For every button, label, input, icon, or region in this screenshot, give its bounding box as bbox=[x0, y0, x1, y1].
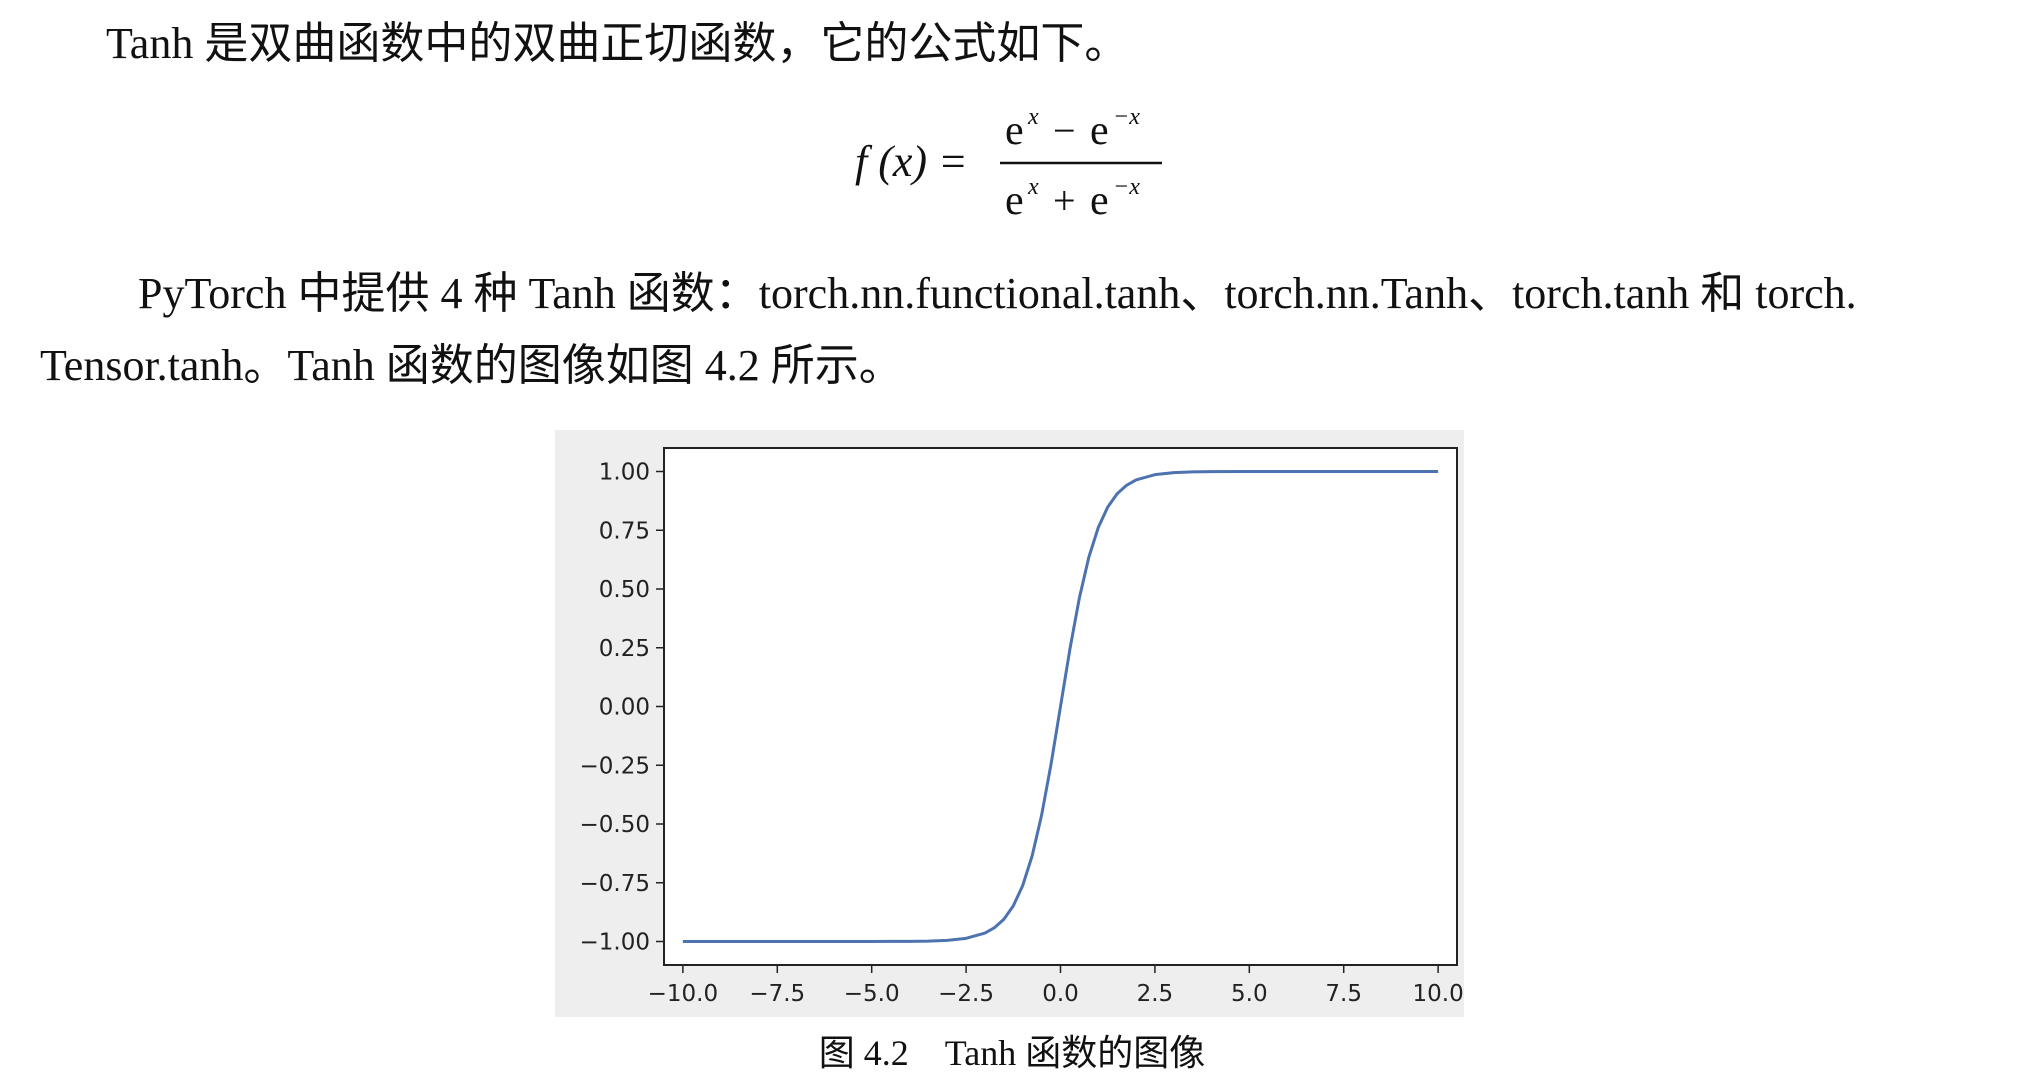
y-tick-label: 0.50 bbox=[599, 577, 650, 603]
y-tick-label: −0.50 bbox=[580, 812, 650, 838]
tanh-chart: 1.00 0.75 0.50 0.25 0.00 −0.25 −0.50 −0.75 −1.00… bbox=[580, 447, 1464, 1007]
figure-caption: 图 4.2 Tanh 函数的图像 bbox=[818, 1033, 1206, 1073]
formula-denominator-e2: e bbox=[1090, 178, 1109, 224]
formula-denominator-operator: + bbox=[1053, 178, 1076, 223]
x-tick-label: 7.5 bbox=[1325, 981, 1362, 1007]
y-tick-label: 0.00 bbox=[599, 695, 650, 721]
x-tick-label: 0.0 bbox=[1042, 981, 1079, 1007]
formula-denominator-exp2: −x bbox=[1113, 174, 1140, 200]
y-tick-label: −0.75 bbox=[580, 871, 650, 897]
y-tick-label: 0.25 bbox=[599, 636, 650, 662]
formula-lhs: f (x) = bbox=[855, 137, 968, 186]
x-tick-label: −2.5 bbox=[938, 981, 994, 1007]
x-tick-label: 5.0 bbox=[1231, 981, 1268, 1007]
x-tick-label: −10.0 bbox=[648, 981, 718, 1007]
y-tick-label: 1.00 bbox=[599, 460, 650, 486]
functions-paragraph-line1: PyTorch 中提供 4 种 Tanh 函数：torch.nn.functio… bbox=[138, 269, 1857, 318]
formula-numerator-exp2: −x bbox=[1113, 104, 1140, 130]
formula-numerator-e1: e bbox=[1005, 108, 1024, 154]
formula-numerator-operator: − bbox=[1053, 108, 1076, 153]
formula-denominator-exp1: x bbox=[1027, 174, 1039, 200]
functions-paragraph-line2: Tensor.tanh。Tanh 函数的图像如图 4.2 所示。 bbox=[40, 341, 903, 390]
y-tick-label: −0.25 bbox=[580, 753, 650, 779]
x-tick-label: −5.0 bbox=[844, 981, 900, 1007]
y-tick-label: −1.00 bbox=[580, 930, 650, 956]
formula-numerator-exp1: x bbox=[1027, 104, 1039, 130]
formula-denominator-e1: e bbox=[1005, 178, 1024, 224]
formula-numerator-e2: e bbox=[1090, 108, 1109, 154]
y-tick-label: 0.75 bbox=[599, 518, 650, 544]
x-tick-label: −7.5 bbox=[749, 981, 805, 1007]
tanh-formula: f (x) = e x − e −x e x + e −x bbox=[855, 104, 1162, 224]
x-tick-label: 2.5 bbox=[1137, 981, 1174, 1007]
x-tick-label: 10.0 bbox=[1413, 981, 1464, 1007]
intro-paragraph: Tanh 是双曲函数中的双曲正切函数，它的公式如下。 bbox=[106, 19, 1129, 68]
